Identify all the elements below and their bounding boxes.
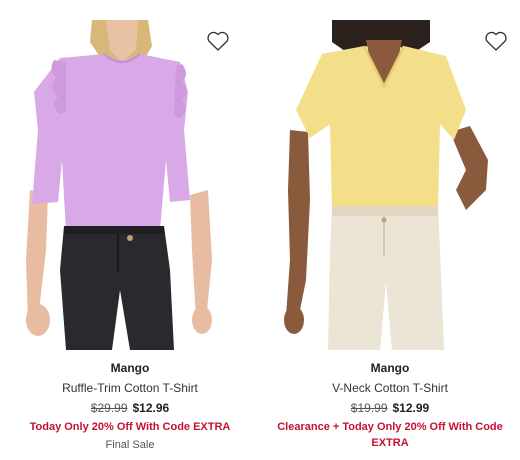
product-info: Mango Ruffle-Trim Cotton T-Shirt $29.99 $…	[0, 360, 260, 453]
product-name[interactable]: Ruffle-Trim Cotton T-Shirt	[0, 380, 260, 396]
product-grid: Mango Ruffle-Trim Cotton T-Shirt $29.99 $…	[0, 0, 520, 460]
product-brand: Mango	[370, 361, 410, 375]
product-image[interactable]	[280, 20, 500, 350]
product-prices: $29.99 $12.96	[0, 400, 260, 416]
promo-text: Today Only 20% Off With Code EXTRA	[29, 421, 231, 433]
sale-price: $12.96	[132, 401, 170, 415]
original-price: $19.99	[350, 401, 388, 415]
product-info: Mango V-Neck Cotton T-Shirt $19.99 $12.99…	[260, 360, 520, 451]
product-image[interactable]	[20, 20, 240, 350]
product-prices: $19.99 $12.99	[260, 400, 520, 416]
product-name[interactable]: V-Neck Cotton T-Shirt	[260, 380, 520, 396]
promo-text: Clearance + Today Only 20% Off With Code…	[277, 421, 503, 449]
product-card[interactable]: Mango V-Neck Cotton T-Shirt $19.99 $12.99…	[260, 0, 520, 460]
product-brand: Mango	[110, 361, 150, 375]
final-sale-label: Final Sale	[105, 439, 155, 451]
heart-icon[interactable]	[484, 30, 508, 52]
heart-icon[interactable]	[206, 30, 230, 52]
sale-price: $12.99	[392, 401, 430, 415]
original-price: $29.99	[90, 401, 128, 415]
product-card[interactable]: Mango Ruffle-Trim Cotton T-Shirt $29.99 $…	[0, 0, 260, 460]
